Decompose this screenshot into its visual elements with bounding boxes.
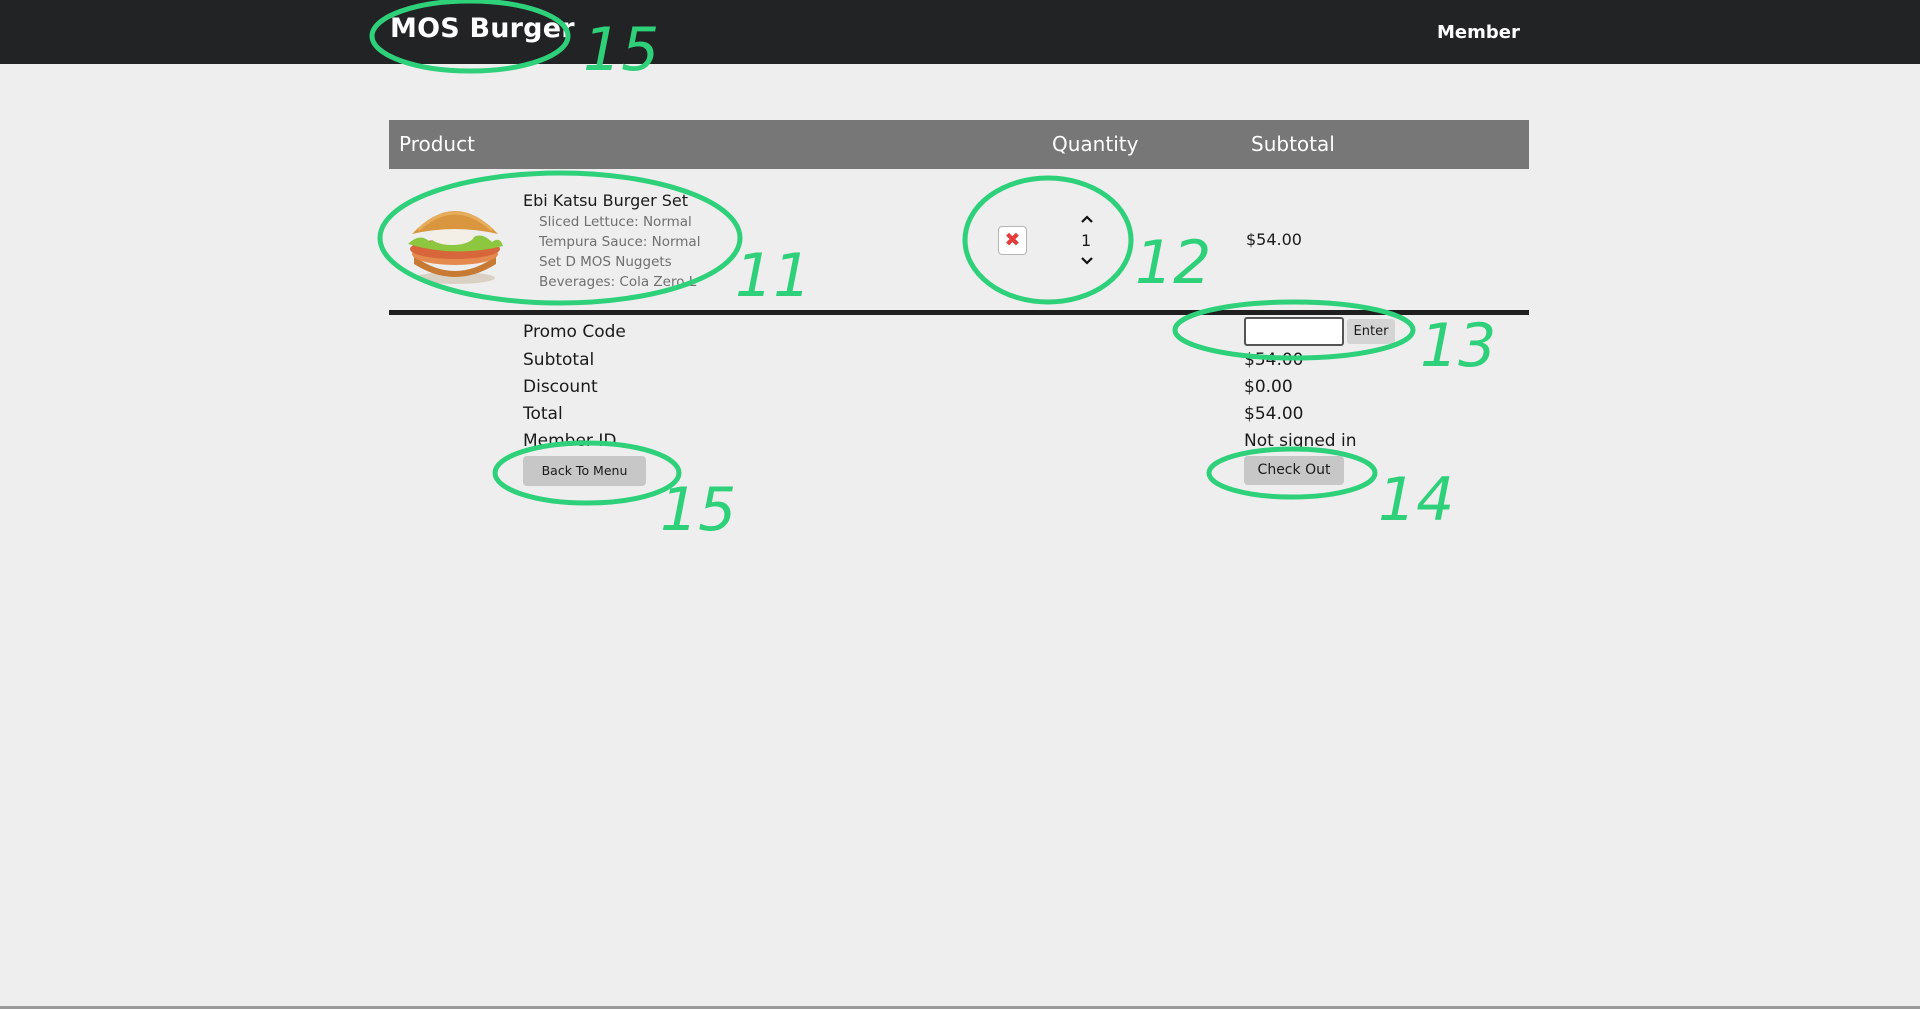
product-image [408,211,503,284]
quantity-value[interactable]: 1 [1081,231,1091,250]
promo-code-input[interactable] [1244,317,1344,346]
member-link[interactable]: Member [1437,22,1520,43]
product-option: Beverages: Cola Zero L [539,274,697,290]
product-option: Set D MOS Nuggets [539,254,672,270]
cart-divider [389,310,1529,315]
remove-item-button[interactable]: ✖ [998,226,1027,255]
annotation-label: 13 [1420,311,1496,381]
annotation-label: 11 [735,241,811,311]
check-out-button[interactable]: Check Out [1244,456,1344,485]
chevron-down-icon[interactable] [1079,254,1095,268]
total-value: $54.00 [1244,404,1304,424]
promo-code-label: Promo Code [523,322,626,342]
annotation-label: 15 [660,475,736,545]
member-id-value: Not signed in [1244,431,1357,451]
quantity-column-header: Quantity [1052,132,1139,156]
member-id-label: Member ID [523,431,617,451]
product-name: Ebi Katsu Burger Set [523,191,688,210]
product-column-header: Product [399,132,475,156]
top-nav-bar: MOS Burger Member [0,0,1920,64]
discount-value: $0.00 [1244,377,1293,397]
annotation-circle [962,175,1134,305]
discount-label: Discount [523,377,598,397]
annotation-label: 14 [1378,465,1454,535]
product-option: Tempura Sauce: Normal [539,234,701,250]
total-label: Total [523,404,563,424]
subtotal-label: Subtotal [523,350,595,370]
item-subtotal: $54.00 [1246,230,1302,249]
subtotal-column-header: Subtotal [1251,132,1335,156]
cart-table-header: Product Quantity Subtotal [389,120,1529,169]
product-option: Sliced Lettuce: Normal [539,214,692,230]
back-to-menu-button[interactable]: Back To Menu [523,456,646,486]
brand-logo-link[interactable]: MOS Burger [390,13,575,44]
promo-enter-button[interactable]: Enter [1347,319,1395,344]
annotation-label: 12 [1135,228,1211,298]
close-icon: ✖ [1004,229,1021,251]
subtotal-value: $54.00 [1244,350,1304,370]
chevron-up-icon[interactable] [1079,212,1095,226]
